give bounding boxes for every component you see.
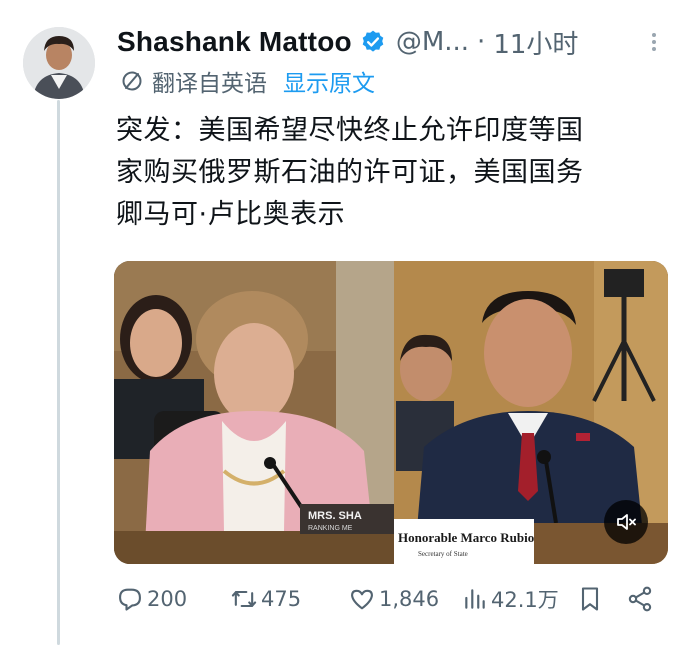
reply-count: 200 <box>147 587 188 611</box>
repost-button[interactable]: 475 <box>230 581 301 617</box>
author-name[interactable]: Shashank Mattoo <box>117 26 352 58</box>
like-count: 1,846 <box>379 587 440 611</box>
share-icon <box>628 586 652 612</box>
verified-badge-icon <box>362 30 384 52</box>
separator-dot: · <box>477 27 486 57</box>
repost-icon <box>231 590 257 608</box>
tweet-text: 突发：美国希望尽快终止允许印度等国 家购买俄罗斯石油的许可证，美国国务 卿马可·… <box>116 110 666 236</box>
timestamp[interactable]: 11小时 <box>493 24 578 61</box>
avatar-image <box>23 27 95 99</box>
mute-icon <box>617 514 636 530</box>
show-original-link[interactable]: 显示原文 <box>283 64 375 98</box>
author-handle[interactable]: @M... <box>396 27 469 57</box>
left-nameplate-subtext: RANKING ME <box>308 525 353 532</box>
tweet-text-line: 突发：美国希望尽快终止允许印度等国 <box>116 115 584 146</box>
translated-from-label: 翻译自英语 <box>152 71 267 97</box>
views-icon <box>465 589 485 609</box>
views-count: 42.1万 <box>491 588 559 612</box>
action-bar: 200 475 1,846 42.1万 <box>116 581 676 617</box>
reply-icon <box>119 588 141 611</box>
repost-count: 475 <box>261 587 302 611</box>
right-nameplate-subtext: Secretary of State <box>418 550 468 558</box>
bookmark-button[interactable] <box>576 581 607 617</box>
left-nameplate-text: MRS. SHA <box>308 510 362 522</box>
tweet-text-line: 卿马可·卢比奥表示 <box>116 199 346 230</box>
views-button[interactable]: 42.1万 <box>462 581 559 617</box>
like-icon <box>351 589 373 610</box>
thread-line <box>57 100 60 645</box>
media-video[interactable]: MRS. SHA RANKING ME Honorable Marco Rubi… <box>114 261 668 564</box>
translation-row: 翻译自英语 显示原文 <box>120 64 375 98</box>
translate-icon <box>122 71 142 91</box>
like-button[interactable]: 1,846 <box>348 581 439 617</box>
video-frame: MRS. SHA RANKING ME Honorable Marco Rubi… <box>114 261 668 564</box>
mute-button[interactable] <box>604 500 648 544</box>
tweet-text-line: 家购买俄罗斯石油的许可证，美国国务 <box>116 157 584 188</box>
bookmark-icon <box>581 587 599 611</box>
avatar[interactable] <box>23 27 95 99</box>
more-icon[interactable] <box>647 30 661 56</box>
reply-button[interactable]: 200 <box>116 581 187 617</box>
tweet-header: Shashank Mattoo @M... · 11小时 <box>117 22 667 62</box>
right-nameplate-text: Honorable Marco Rubio <box>398 530 534 545</box>
share-button[interactable] <box>626 581 657 617</box>
